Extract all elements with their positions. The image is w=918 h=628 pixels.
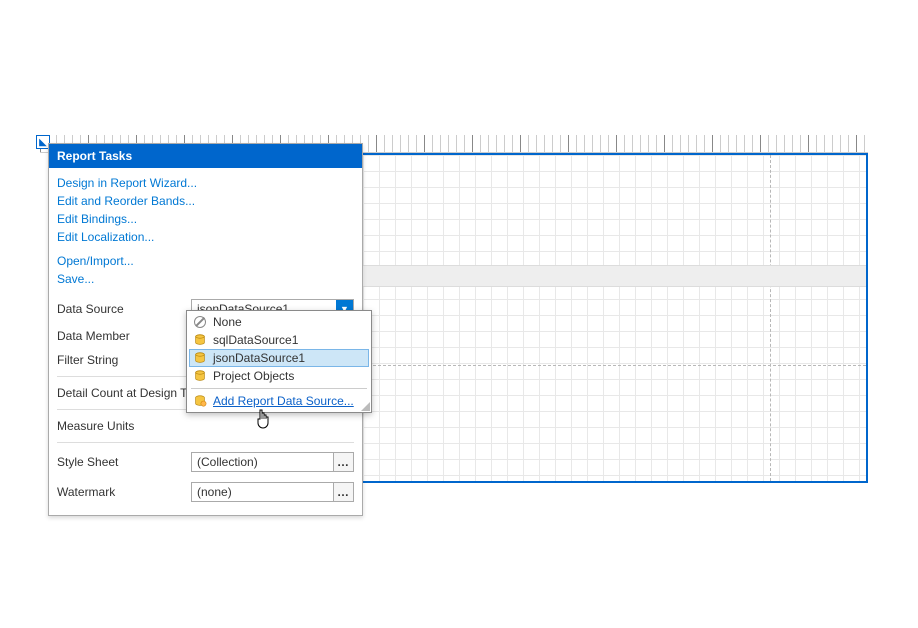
editor-style-sheet-text: (Collection) <box>192 453 333 471</box>
detail-band-strip <box>363 265 866 287</box>
database-icon <box>193 369 207 383</box>
dropdown-item-label: Project Objects <box>213 369 294 383</box>
dropdown-item-project[interactable]: Project Objects <box>189 367 369 385</box>
link-open-import[interactable]: Open/Import... <box>57 252 354 270</box>
report-design-surface[interactable] <box>363 153 868 483</box>
dropdown-item-label: sqlDataSource1 <box>213 333 298 347</box>
dropdown-add-link[interactable]: Add Report Data Source... <box>213 394 354 408</box>
label-data-source: Data Source <box>57 302 185 316</box>
dropdown-item-sql[interactable]: sqlDataSource1 <box>189 331 369 349</box>
editor-style-sheet-ellipsis[interactable]: … <box>333 453 353 471</box>
editor-watermark-text: (none) <box>192 483 333 501</box>
label-watermark: Watermark <box>57 485 185 499</box>
database-icon <box>193 333 207 347</box>
resize-grip[interactable] <box>360 401 370 411</box>
database-icon <box>193 351 207 365</box>
dropdown-item-label: jsonDataSource1 <box>213 351 305 365</box>
link-edit-bands[interactable]: Edit and Reorder Bands... <box>57 192 354 210</box>
link-edit-localization[interactable]: Edit Localization... <box>57 228 354 246</box>
link-edit-bindings[interactable]: Edit Bindings... <box>57 210 354 228</box>
link-design-wizard[interactable]: Design in Report Wizard... <box>57 174 354 192</box>
label-style-sheet: Style Sheet <box>57 455 185 469</box>
editor-style-sheet[interactable]: (Collection) … <box>191 452 354 472</box>
dropdown-item-none[interactable]: None <box>189 313 369 331</box>
dropdown-item-label: None <box>213 315 242 329</box>
panel-title: Report Tasks <box>49 144 362 168</box>
dropdown-item-json[interactable]: jsonDataSource1 <box>189 349 369 367</box>
data-source-dropdown: None sqlDataSource1 jsonDataSource1 Proj… <box>186 310 372 413</box>
dropdown-separator <box>191 388 367 389</box>
label-filter-string: Filter String <box>57 353 185 367</box>
label-data-member: Data Member <box>57 329 185 343</box>
add-data-source-icon <box>193 394 207 408</box>
editor-watermark-ellipsis[interactable]: … <box>333 483 353 501</box>
editor-watermark[interactable]: (none) … <box>191 482 354 502</box>
value-measure-units <box>191 424 354 428</box>
right-margin-line <box>770 155 771 481</box>
label-measure-units: Measure Units <box>57 419 185 433</box>
band-separator <box>363 365 866 366</box>
none-icon <box>193 315 207 329</box>
link-save[interactable]: Save... <box>57 270 354 288</box>
dropdown-add-link-row[interactable]: Add Report Data Source... <box>189 392 369 410</box>
